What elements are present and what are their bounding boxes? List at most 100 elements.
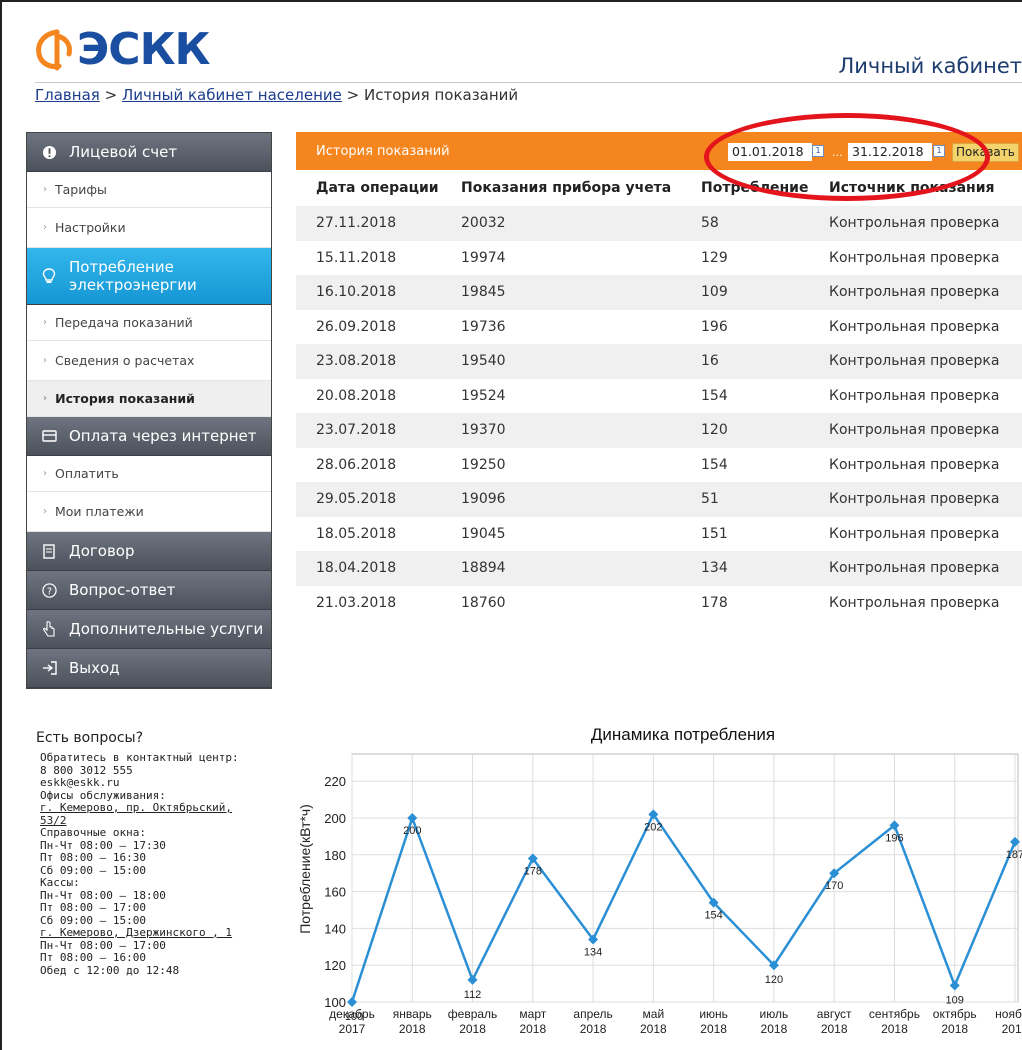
help-line-text: Пн-Чт 08:00 – 18:00 <box>40 888 166 902</box>
sidebar-section-contract[interactable]: Договор <box>27 532 271 571</box>
sidebar-item-my-payments[interactable]: › Мои платежи <box>27 492 271 532</box>
logo[interactable]: ЭСКК <box>35 28 211 72</box>
readings-table: Дата операции Показания прибора учета По… <box>296 170 1022 620</box>
sidebar-item-settings[interactable]: › Настройки <box>27 208 271 248</box>
help-line-text: 8 800 3012 555 <box>40 763 133 777</box>
show-button[interactable]: Показать <box>952 143 1019 162</box>
breadcrumb-cabinet-link[interactable]: Личный кабинет население <box>122 86 342 104</box>
table-row: 26.09.2018 19736 196 Контрольная проверка <box>296 310 1022 345</box>
sidebar-item-label: Настройки <box>55 220 126 235</box>
data-label: 202 <box>644 821 662 833</box>
column-header-source: Источник показания <box>829 180 995 196</box>
chevron-right-icon: › <box>43 506 47 517</box>
data-label: 178 <box>524 865 542 877</box>
help-line-text: Сб 09:00 – 15:00 <box>40 863 146 877</box>
table-row: 21.03.2018 18760 178 Контрольная проверка <box>296 586 1022 621</box>
x-tick-label-month: март <box>519 1007 546 1021</box>
readings-history-panel: История показаний 01.01.2018 1 ... 31.12… <box>296 132 1022 620</box>
sidebar-section-logout[interactable]: Выход <box>27 649 271 688</box>
lightbulb-icon <box>41 268 57 284</box>
logout-icon <box>41 660 57 676</box>
cell-reading: 19096 <box>441 482 681 517</box>
sidebar-section-account[interactable]: Лицевой счет <box>27 133 271 172</box>
sidebar-section-faq[interactable]: ? Вопрос-ответ <box>27 571 271 610</box>
cell-source: Контрольная проверка <box>829 525 1000 542</box>
chevron-right-icon: › <box>43 468 47 479</box>
browser-frame: ЭСКК Личный кабинет Главная > Личный каб… <box>0 0 1022 1050</box>
help-line-text: Сб 09:00 – 15:00 <box>40 913 146 927</box>
x-tick-label-month: июнь <box>699 1007 728 1021</box>
sidebar-item-pay[interactable]: › Оплатить <box>27 456 271 492</box>
calendar-icon[interactable]: 1 <box>812 145 824 157</box>
cell-date: 23.07.2018 <box>296 413 441 448</box>
sidebar-item-label: Оплатить <box>55 466 119 481</box>
x-tick-label-year: 2018 <box>941 1022 968 1036</box>
cell-source: Контрольная проверка <box>809 551 1022 586</box>
date-from-input[interactable]: 01.01.2018 <box>728 143 812 161</box>
sidebar-item-readings-history[interactable]: › История показаний <box>27 381 271 417</box>
help-line-text: Пн-Чт 08:00 – 17:00 <box>40 938 166 952</box>
cell-reading: 19974 <box>461 249 506 266</box>
x-tick-label-month: июль <box>760 1007 789 1021</box>
x-tick-label-month: сентябрь <box>869 1007 920 1021</box>
sidebar-nav: Лицевой счет › Тарифы › Настройки Потреб… <box>26 132 272 689</box>
cell-reading: 19250 <box>461 456 506 473</box>
table-header-row: Дата операции Показания прибора учета По… <box>296 170 1022 206</box>
cell-date: 26.09.2018 <box>316 318 397 335</box>
cell-date: 18.04.2018 <box>296 551 441 586</box>
date-range-separator: ... <box>832 146 843 159</box>
sidebar-item-transfer-readings[interactable]: › Передача показаний <box>27 305 271 341</box>
date-to-input[interactable]: 31.12.2018 <box>848 143 932 161</box>
consumption-chart: Динамика потребления10012014016018020022… <box>297 725 1022 1036</box>
cell-date: 28.06.2018 <box>316 456 397 473</box>
cell-date: 16.10.2018 <box>296 275 441 310</box>
table-row: 28.06.2018 19250 154 Контрольная проверка <box>296 448 1022 483</box>
y-tick-label: 220 <box>324 774 346 789</box>
sidebar-section-label: Выход <box>69 659 120 677</box>
data-label: 196 <box>885 832 903 844</box>
table-body: 27.11.2018 20032 58 Контрольная проверка 15.… <box>296 206 1022 620</box>
help-line-text: eskk@eskk.ru <box>40 776 120 789</box>
cell-source: Контрольная проверка <box>809 275 1022 310</box>
cell-source: Контрольная проверка <box>809 413 1022 448</box>
office-address-link[interactable]: г. Кемерово, Дзержинского , 1 <box>40 926 232 939</box>
cell-consumption: 16 <box>681 344 809 379</box>
cell-reading: 18894 <box>441 551 681 586</box>
chevron-right-icon: › <box>43 317 47 328</box>
cell-consumption: 129 <box>701 249 728 266</box>
office-address-link[interactable]: г. Кемерово, пр. Октябрьский, <box>40 801 232 814</box>
office-address-link[interactable]: 53/2 <box>40 814 67 827</box>
question-icon: ? <box>41 582 57 598</box>
cell-consumption: 196 <box>701 318 728 335</box>
x-tick-label-year: 2018 <box>580 1022 607 1036</box>
x-tick-label-year: 2017 <box>339 1022 366 1036</box>
cell-source: Контрольная проверка <box>809 344 1022 379</box>
table-row: 27.11.2018 20032 58 Контрольная проверка <box>296 206 1022 241</box>
sidebar-section-extra-services[interactable]: Дополнительные услуги <box>27 610 271 649</box>
data-label: 109 <box>946 994 964 1006</box>
data-label: 170 <box>825 880 843 892</box>
table-row: 16.10.2018 19845 109 Контрольная проверка <box>296 275 1022 310</box>
sidebar-item-label: Передача показаний <box>55 315 193 330</box>
x-tick-label-year: 2018 <box>1002 1022 1022 1036</box>
x-tick-label-year: 2018 <box>459 1022 486 1036</box>
breadcrumb-home-link[interactable]: Главная <box>35 86 100 104</box>
x-tick-label-year: 2018 <box>399 1022 426 1036</box>
help-box: Есть вопросы? Обратитесь в контактный це… <box>30 724 270 977</box>
sidebar-section-online-payment[interactable]: Оплата через интернет <box>27 417 271 456</box>
column-header-date: Дата операции <box>316 180 439 196</box>
page-header-title: Личный кабинет <box>838 54 1022 78</box>
sidebar-section-label: Вопрос-ответ <box>69 581 176 599</box>
x-tick-label-year: 2018 <box>881 1022 908 1036</box>
sidebar-item-tariffs[interactable]: › Тарифы <box>27 172 271 208</box>
sidebar-section-label: Договор <box>69 542 135 560</box>
sidebar-item-billing-info[interactable]: › Сведения о расчетах <box>27 341 271 381</box>
y-tick-label: 200 <box>324 811 346 826</box>
calendar-icon[interactable]: 1 <box>933 145 945 157</box>
help-contacts: Обратитесь в контактный центр: 8 800 3012… <box>30 751 270 977</box>
x-tick-label-month: ноябрь <box>995 1007 1022 1021</box>
x-tick-label-month: февраль <box>448 1007 498 1021</box>
sidebar-section-consumption[interactable]: Потребление электроэнергии <box>27 248 271 305</box>
help-line-text: Справочные окна: <box>40 826 146 839</box>
cell-consumption: 120 <box>681 413 809 448</box>
